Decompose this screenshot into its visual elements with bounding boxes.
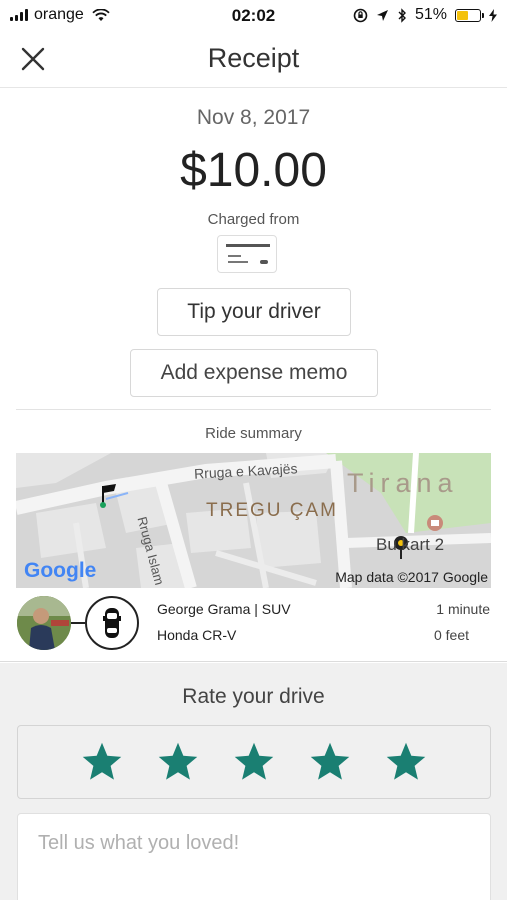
map-attribution: Map data ©2017 Google: [335, 569, 488, 585]
star-icon[interactable]: [80, 740, 124, 784]
payment-card-icon[interactable]: [217, 235, 277, 273]
feedback-input[interactable]: [17, 813, 491, 900]
car-icon: [85, 596, 139, 650]
star-icon[interactable]: [156, 740, 200, 784]
rate-title: Rate your drive: [182, 685, 325, 708]
bluetooth-icon: [398, 7, 406, 23]
avatar-connector: [71, 622, 85, 624]
driver-avatar: [17, 596, 71, 650]
divider: [16, 409, 491, 410]
charging-icon: [489, 8, 497, 22]
google-logo: Google: [24, 559, 97, 582]
location-arrow-icon: [376, 9, 388, 21]
ride-summary-label: Ride summary: [205, 425, 302, 442]
receipt-date: Nov 8, 2017: [196, 106, 311, 129]
trip-duration: 1 minute: [436, 601, 490, 617]
status-bar: orange 02:02 51%: [0, 0, 507, 30]
charged-from-label: Charged from: [207, 211, 300, 228]
map-district-label: TREGU ÇAM: [206, 500, 338, 521]
status-right: 51%: [353, 6, 497, 24]
page-title: Receipt: [207, 43, 300, 73]
star-rating[interactable]: [17, 725, 491, 799]
trip-distance: 0 feet: [433, 627, 469, 643]
battery-percent: 51%: [414, 6, 447, 23]
tip-driver-button[interactable]: Tip your driver: [157, 288, 351, 336]
driver-name: George Grama | SUV: [157, 601, 291, 617]
battery-icon: [455, 8, 484, 22]
app-header: Receipt: [0, 30, 507, 88]
map-poi-label: Bu kart 2: [376, 535, 445, 554]
rotation-lock-icon: [353, 8, 368, 22]
star-icon[interactable]: [308, 740, 352, 784]
rating-section: Rate your drive: [0, 663, 507, 900]
receipt-amount: $10.00: [180, 144, 327, 197]
star-icon[interactable]: [232, 740, 276, 784]
add-expense-memo-button[interactable]: Add expense memo: [130, 349, 378, 397]
route-map[interactable]: Rruga e Kavajës Rruga Islam A TREGU ÇAM …: [16, 453, 491, 588]
car-model: Honda CR-V: [157, 627, 237, 643]
driver-info-row[interactable]: George Grama | SUV Honda CR-V 1 minute 0…: [0, 588, 507, 662]
star-icon[interactable]: [384, 740, 428, 784]
map-city-label: Tirana: [347, 468, 459, 498]
